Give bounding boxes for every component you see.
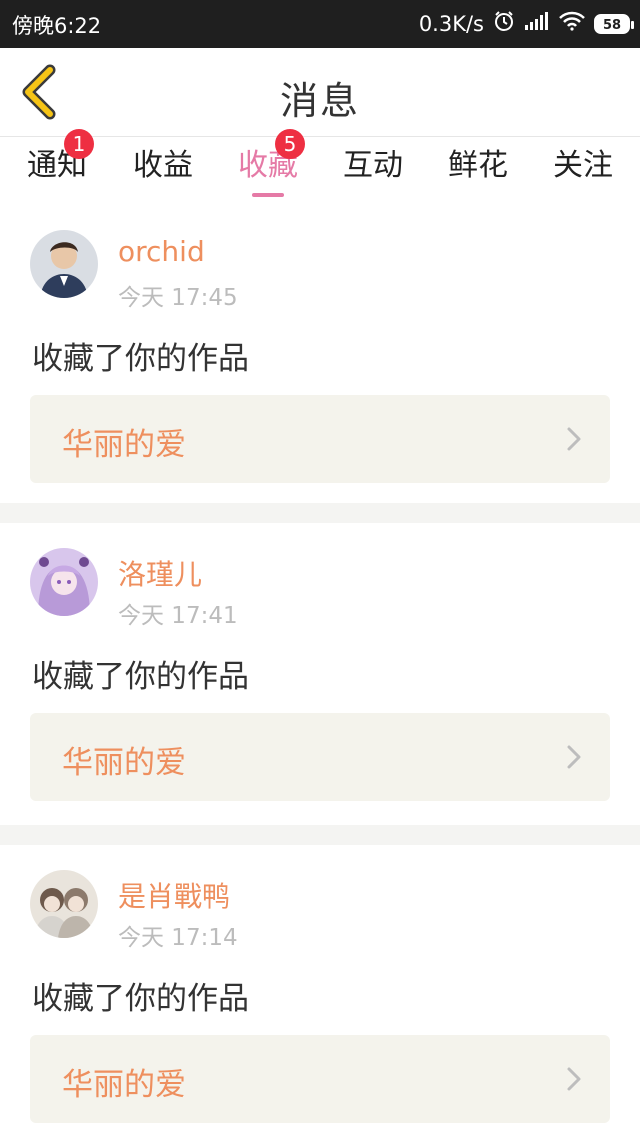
timestamp: 今天 17:41 xyxy=(118,603,238,629)
action-text: 收藏了你的作品 xyxy=(32,981,249,1017)
action-text: 收藏了你的作品 xyxy=(32,341,249,377)
username[interactable]: orchid xyxy=(118,235,205,268)
page-title: 消息 xyxy=(279,79,360,123)
chevron-right-icon xyxy=(567,427,581,451)
avatar[interactable] xyxy=(30,870,98,938)
chevron-right-icon xyxy=(567,745,581,769)
tab-earnings[interactable]: 收益 xyxy=(110,137,216,205)
unread-badge: 1 xyxy=(64,129,94,159)
avatar[interactable] xyxy=(30,548,98,616)
avatar[interactable] xyxy=(30,230,98,298)
tab-label: 互动 xyxy=(343,148,403,183)
tab-label: 通知 xyxy=(27,148,87,183)
timestamp: 今天 17:45 xyxy=(118,285,238,311)
tab-label: 关注 xyxy=(553,148,613,183)
tab-interactions[interactable]: 互动 xyxy=(320,137,426,205)
tab-label: 收藏 xyxy=(238,148,298,183)
work-title: 华丽的爱 xyxy=(62,427,186,463)
network-speed: 0.3K/s xyxy=(418,11,484,36)
chevron-right-icon xyxy=(567,1067,581,1091)
wifi-icon xyxy=(559,11,585,36)
work-title: 华丽的爱 xyxy=(62,1067,186,1103)
header-bar: 消息 xyxy=(0,48,640,137)
alarm-icon xyxy=(493,10,515,37)
action-text: 收藏了你的作品 xyxy=(32,659,249,695)
work-link[interactable]: 华丽的爱 xyxy=(30,1035,610,1123)
work-link[interactable]: 华丽的爱 xyxy=(30,395,610,483)
message-card: 是肖戰鸭 今天 17:14 收藏了你的作品 华丽的爱 xyxy=(0,845,640,1145)
work-title: 华丽的爱 xyxy=(62,745,186,781)
message-card: orchid 今天 17:45 收藏了你的作品 华丽的爱 xyxy=(0,205,640,503)
tab-follows[interactable]: 关注 xyxy=(530,137,636,205)
timestamp: 今天 17:14 xyxy=(118,925,238,951)
message-card: 洛瑾儿 今天 17:41 收藏了你的作品 华丽的爱 xyxy=(0,523,640,825)
tab-flowers[interactable]: 鲜花 xyxy=(425,137,531,205)
status-time: 傍晚6:22 xyxy=(12,14,102,38)
username[interactable]: 是肖戰鸭 xyxy=(118,875,230,915)
tab-label: 收益 xyxy=(133,148,193,183)
signal-icon xyxy=(524,11,550,36)
tab-notifications[interactable]: 通知 1 xyxy=(4,129,110,205)
tab-favorites[interactable]: 收藏 5 xyxy=(215,129,321,205)
active-tab-indicator xyxy=(252,193,284,197)
work-link[interactable]: 华丽的爱 xyxy=(30,713,610,801)
status-bar: 傍晚6:22 0.3K/s 58 xyxy=(0,0,640,48)
battery-icon: 58 xyxy=(594,13,634,34)
username[interactable]: 洛瑾儿 xyxy=(118,553,202,593)
unread-badge: 5 xyxy=(275,129,305,159)
tab-label: 鲜花 xyxy=(448,148,508,183)
tab-bar: 通知 1 收益 收藏 5 互动 鲜花 关注 xyxy=(0,129,640,205)
